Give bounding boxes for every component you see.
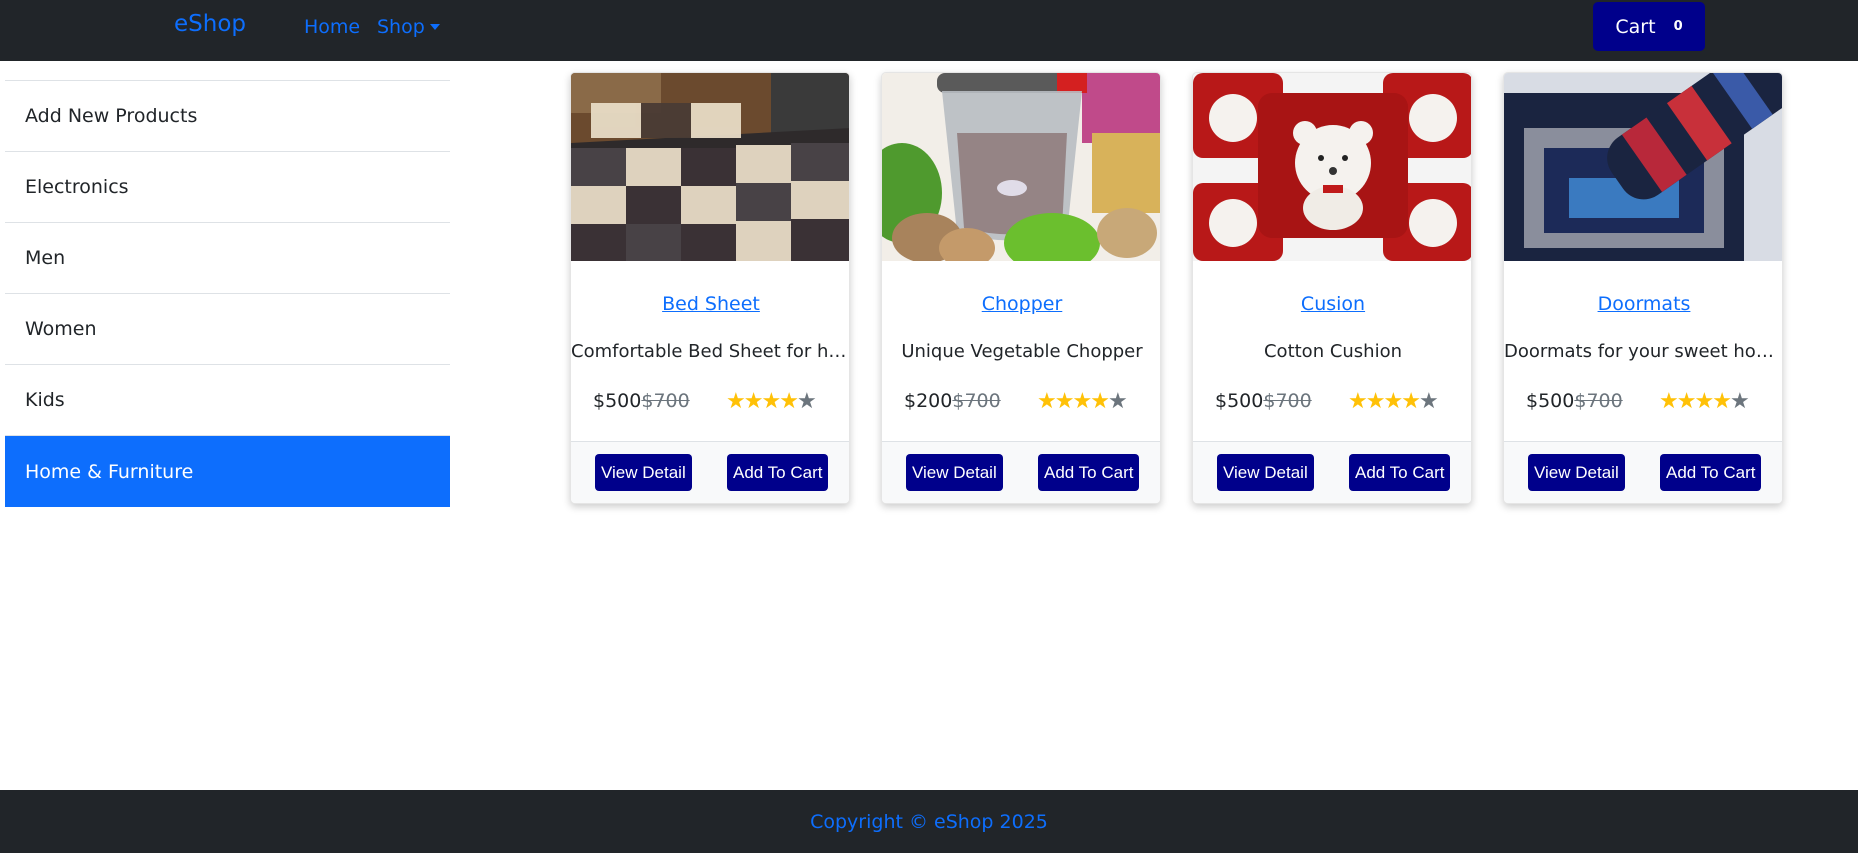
sidebar-item-home-furniture[interactable]: Home & Furniture [5, 436, 450, 507]
copyright-text: Copyright © eShop 2025 [810, 810, 1048, 833]
product-description: Unique Vegetable Chopper [901, 341, 1143, 362]
star-filled-icon: ★ [1383, 389, 1403, 414]
star-filled-icon: ★ [1676, 389, 1697, 414]
current-price: $500 [1526, 390, 1575, 412]
star-filled-icon: ★ [1401, 389, 1421, 414]
star-empty-icon: ★ [1729, 389, 1750, 414]
star-filled-icon: ★ [1054, 389, 1075, 414]
cart-label: Cart [1615, 15, 1656, 38]
original-price: $700 [1263, 390, 1312, 412]
original-price: $700 [952, 390, 1001, 412]
card-footer: View Detail Add To Cart [1193, 441, 1471, 503]
nav-home-link[interactable]: Home [304, 16, 360, 38]
chevron-down-icon [429, 24, 440, 30]
product-title-link[interactable]: Bed Sheet [571, 293, 849, 315]
product-image-cusion[interactable] [1193, 73, 1471, 261]
view-detail-button[interactable]: View Detail [1528, 454, 1625, 491]
product-image-chopper[interactable] [882, 73, 1160, 261]
add-to-cart-button[interactable]: Add To Cart [1038, 454, 1140, 491]
nav-shop-dropdown[interactable]: Shop [377, 16, 440, 38]
product-description: Cotton Cushion [1263, 341, 1403, 362]
product-card: Cusion Cotton Cushion $500$700 ★★★★★ Vie… [1192, 72, 1472, 504]
add-to-cart-button[interactable]: Add To Cart [727, 454, 829, 491]
star-empty-icon: ★ [1418, 389, 1439, 414]
sidebar-item-kids[interactable]: Kids [5, 365, 450, 436]
product-card: Doormats Doormats for your sweet home $5… [1503, 72, 1783, 504]
product-price: $500$700 [1526, 390, 1623, 412]
star-filled-icon: ★ [779, 389, 799, 414]
sidebar-item-add-new-products[interactable]: Add New Products [5, 81, 450, 152]
star-filled-icon: ★ [1659, 389, 1679, 414]
product-title-link[interactable]: Doormats [1504, 293, 1782, 315]
add-to-cart-button[interactable]: Add To Cart [1660, 454, 1762, 491]
star-filled-icon: ★ [1348, 389, 1368, 414]
star-empty-icon: ★ [796, 389, 817, 414]
view-detail-button[interactable]: View Detail [1217, 454, 1314, 491]
rating-stars: ★★★★★ [1659, 389, 1750, 414]
product-card: Bed Sheet Comfortable Bed Sheet for home… [570, 72, 850, 504]
product-description: Doormats for your sweet home [1504, 341, 1783, 362]
rating-stars: ★★★★★ [1348, 389, 1439, 414]
top-navbar: eShop Home Shop Cart 0 [0, 0, 1858, 61]
star-filled-icon: ★ [1037, 389, 1057, 414]
view-detail-button[interactable]: View Detail [906, 454, 1003, 491]
product-price: $200$700 [904, 390, 1001, 412]
star-filled-icon: ★ [726, 389, 746, 414]
product-image-bed-sheet[interactable] [571, 73, 849, 261]
card-footer: View Detail Add To Cart [571, 441, 849, 503]
star-filled-icon: ★ [761, 389, 781, 414]
view-detail-button[interactable]: View Detail [595, 454, 692, 491]
card-footer: View Detail Add To Cart [882, 441, 1160, 503]
original-price: $700 [641, 390, 690, 412]
star-filled-icon: ★ [743, 389, 764, 414]
product-price: $500$700 [593, 390, 690, 412]
current-price: $500 [593, 390, 642, 412]
product-title-link[interactable]: Cusion [1193, 293, 1471, 315]
nav-shop-label: Shop [377, 16, 425, 38]
add-to-cart-button[interactable]: Add To Cart [1349, 454, 1451, 491]
product-description: Comfortable Bed Sheet for home [571, 341, 850, 362]
star-filled-icon: ★ [1090, 389, 1110, 414]
star-filled-icon: ★ [1694, 389, 1714, 414]
current-price: $200 [904, 390, 953, 412]
cart-count-badge: 0 [1673, 19, 1683, 34]
brand-logo[interactable]: eShop [174, 11, 246, 37]
product-card: Chopper Unique Vegetable Chopper $200$70… [881, 72, 1161, 504]
product-price: $500$700 [1215, 390, 1312, 412]
sidebar-item-men[interactable]: Men [5, 223, 450, 294]
card-footer: View Detail Add To Cart [1504, 441, 1782, 503]
rating-stars: ★★★★★ [1037, 389, 1128, 414]
star-filled-icon: ★ [1365, 389, 1386, 414]
star-filled-icon: ★ [1072, 389, 1092, 414]
rating-stars: ★★★★★ [726, 389, 817, 414]
page-footer: Copyright © eShop 2025 [0, 790, 1858, 853]
product-title-link[interactable]: Chopper [882, 293, 1160, 315]
category-sidebar: Add New Products Electronics Men Women K… [5, 80, 450, 507]
original-price: $700 [1574, 390, 1623, 412]
star-empty-icon: ★ [1107, 389, 1128, 414]
cart-button[interactable]: Cart 0 [1593, 2, 1705, 51]
star-filled-icon: ★ [1712, 389, 1732, 414]
product-image-doormats[interactable] [1504, 73, 1782, 261]
sidebar-item-electronics[interactable]: Electronics [5, 152, 450, 223]
current-price: $500 [1215, 390, 1264, 412]
sidebar-item-women[interactable]: Women [5, 294, 450, 365]
